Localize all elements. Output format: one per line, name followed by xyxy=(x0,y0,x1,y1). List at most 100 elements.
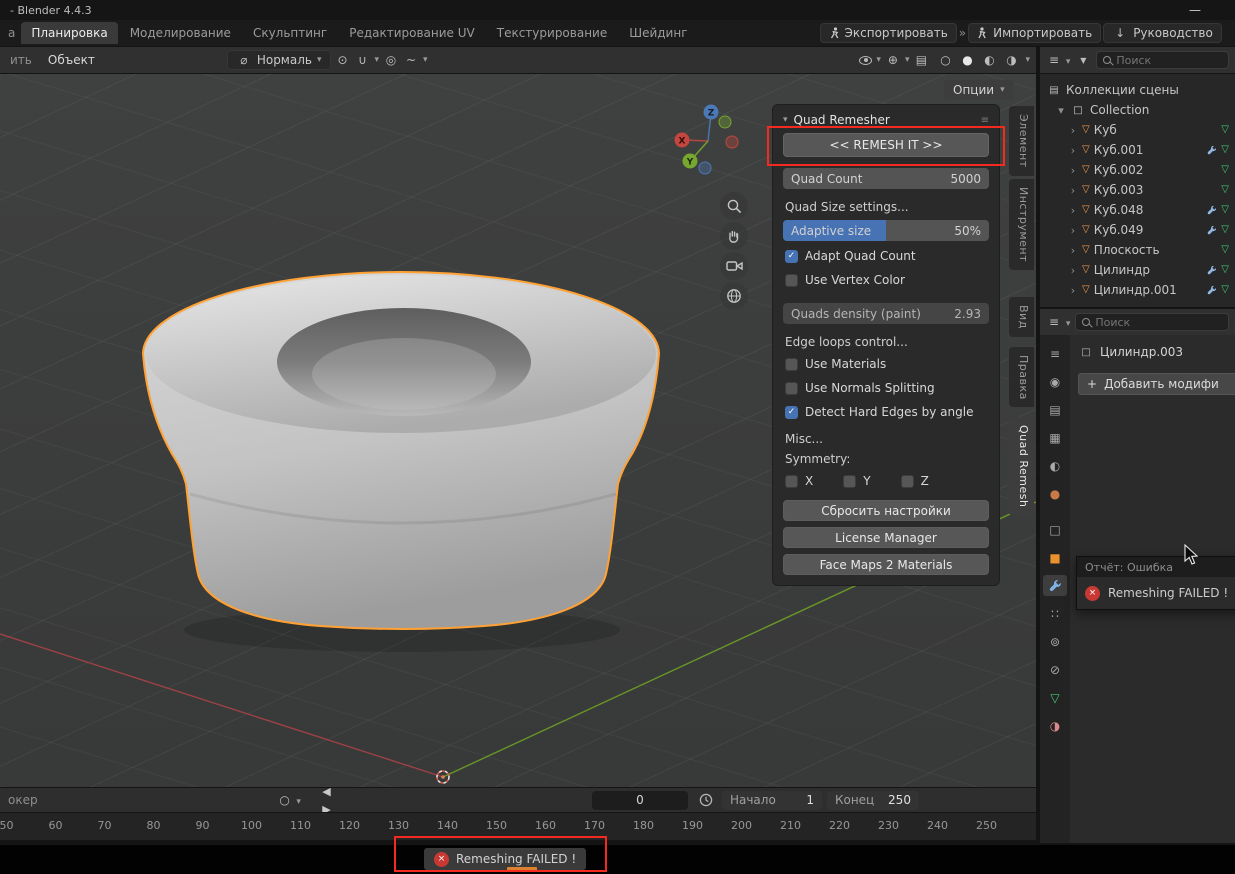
proportional-editing-icon[interactable]: ◎ xyxy=(383,53,399,67)
outliner-item[interactable]: › ▽ Куб ▽ xyxy=(1046,120,1231,140)
axis-y-negative[interactable] xyxy=(719,116,731,128)
record-icon[interactable]: ○ xyxy=(277,793,293,807)
window-minimize-button[interactable]: — xyxy=(1189,3,1201,17)
tab-layout[interactable]: Планировка xyxy=(21,22,117,44)
viewlayer-tab-icon[interactable]: ▦ xyxy=(1043,427,1067,448)
tab-quad-remesh[interactable]: Quad Remesh xyxy=(1009,417,1034,515)
properties-search-input[interactable] xyxy=(1095,316,1222,329)
physics-tab-icon[interactable]: ⊚ xyxy=(1043,631,1067,652)
use-normals-row[interactable]: Use Normals Splitting xyxy=(783,379,989,397)
scene-collection-row[interactable]: ▤ Коллекции сцены xyxy=(1046,80,1231,100)
quads-density-field[interactable]: Quads density (paint) 2.93 xyxy=(783,303,989,324)
panel-header[interactable]: ▾ Quad Remesher ≡ xyxy=(783,113,989,127)
modifier-wrench-icon[interactable] xyxy=(1207,285,1217,295)
export-button[interactable]: Экспортировать xyxy=(820,23,957,43)
falloff-icon[interactable]: ~ xyxy=(403,53,419,67)
properties-search[interactable] xyxy=(1075,313,1229,331)
tab-edit[interactable]: Правка xyxy=(1009,347,1034,408)
modifiers-tab-icon[interactable] xyxy=(1043,575,1067,596)
collapse-icon[interactable]: ▾ xyxy=(1056,104,1066,117)
outliner-item[interactable]: › ▽ Куб.048 ▽ xyxy=(1046,200,1231,220)
mesh-data-icon[interactable]: ▽ xyxy=(1221,285,1229,295)
checkbox-unchecked[interactable] xyxy=(785,382,798,395)
shading-solid-icon[interactable]: ● xyxy=(959,53,975,67)
checkbox-checked[interactable]: ✓ xyxy=(785,406,798,419)
outliner-item[interactable]: › ▽ Цилиндр.001 ▽ xyxy=(1046,280,1231,300)
outliner-search-input[interactable] xyxy=(1116,54,1222,67)
object-menu[interactable]: Объект xyxy=(40,50,103,70)
checkbox-unchecked[interactable] xyxy=(901,475,914,488)
tab-item[interactable]: Элемент xyxy=(1009,106,1034,176)
axis-z-positive[interactable]: Z xyxy=(704,105,719,120)
auto-key-group[interactable]: ○ ▾ xyxy=(277,793,301,807)
shading-rendered-icon[interactable]: ◑ xyxy=(1003,53,1019,67)
mesh-data-icon[interactable]: ▽ xyxy=(1221,185,1229,195)
mesh-data-icon[interactable]: ▽ xyxy=(1221,265,1229,275)
tab-shading[interactable]: Шейдинг xyxy=(619,22,697,44)
navigation-gizmo[interactable]: Z X Y xyxy=(666,94,750,186)
expand-icon[interactable]: › xyxy=(1068,224,1078,237)
editor-type-dropdown[interactable]: ≡ ▾ xyxy=(1046,53,1070,67)
license-manager-button[interactable]: License Manager xyxy=(783,527,989,548)
editor-type-dropdown[interactable]: ≡ ▾ xyxy=(1046,315,1070,329)
constraints-tab-icon[interactable]: ⊘ xyxy=(1043,659,1067,680)
expand-icon[interactable]: › xyxy=(1068,124,1078,137)
play-reverse-button[interactable]: ◀ xyxy=(315,788,337,800)
options-dropdown[interactable]: Опции ▾ xyxy=(944,80,1014,100)
axis-x-negative[interactable] xyxy=(726,136,738,148)
zoom-tool[interactable] xyxy=(720,192,748,220)
shading-material-icon[interactable]: ◐ xyxy=(981,53,997,67)
use-vertex-color-row[interactable]: Use Vertex Color xyxy=(783,271,989,289)
current-frame-field[interactable] xyxy=(592,791,688,810)
object-tab-icon[interactable]: ■ xyxy=(1043,547,1067,568)
checkbox-unchecked[interactable] xyxy=(785,274,798,287)
outliner-item[interactable]: › ▽ Куб.002 ▽ xyxy=(1046,160,1231,180)
modifier-wrench-icon[interactable] xyxy=(1207,225,1217,235)
chevron-down-icon[interactable]: ▾ xyxy=(423,55,428,65)
detect-hard-edges-row[interactable]: ✓ Detect Hard Edges by angle xyxy=(783,403,989,421)
checkbox-unchecked[interactable] xyxy=(843,475,856,488)
breadcrumb[interactable]: □ Цилиндр.003 xyxy=(1078,345,1235,359)
overlays-icon[interactable]: ▤ xyxy=(913,53,929,67)
tab-modeling[interactable]: Моделирование xyxy=(120,22,241,44)
mesh-data-icon[interactable]: ▽ xyxy=(1221,125,1229,135)
axis-z-negative[interactable] xyxy=(699,162,711,174)
tab-tool[interactable]: Инструмент xyxy=(1009,179,1034,270)
tab-sculpting[interactable]: Скульптинг xyxy=(243,22,337,44)
object-data-tab-icon[interactable]: ▽ xyxy=(1043,687,1067,708)
expand-icon[interactable]: › xyxy=(1068,244,1078,257)
checkbox-checked[interactable]: ✓ xyxy=(785,250,798,263)
checkbox-unchecked[interactable] xyxy=(785,358,798,371)
axis-y-positive[interactable]: Y xyxy=(683,154,698,169)
symmetry-y[interactable]: Y xyxy=(843,474,870,488)
timeline-ruler[interactable]: 50 60 70 80 90 100 110 120 130 140 150 1… xyxy=(0,813,1036,840)
chevron-down-icon[interactable]: ▾ xyxy=(1025,55,1030,65)
visibility-dropdown[interactable]: ▾ xyxy=(859,55,881,65)
symmetry-z[interactable]: Z xyxy=(901,474,929,488)
use-materials-row[interactable]: Use Materials xyxy=(783,355,989,373)
outliner-item[interactable]: › ▽ Куб.001 ▽ xyxy=(1046,140,1231,160)
collection-tab-icon[interactable]: □ xyxy=(1043,519,1067,540)
checkbox-unchecked[interactable] xyxy=(785,475,798,488)
quad-count-slider[interactable]: Quad Count 5000 xyxy=(783,168,989,189)
adapt-quad-count-row[interactable]: ✓ Adapt Quad Count xyxy=(783,247,989,265)
chevron-down-icon[interactable]: ▾ xyxy=(375,55,380,65)
mesh-data-icon[interactable]: ▽ xyxy=(1221,205,1229,215)
outliner-item[interactable]: › ▽ Куб.003 ▽ xyxy=(1046,180,1231,200)
guide-button[interactable]: ↓ Руководство xyxy=(1103,23,1222,43)
material-tab-icon[interactable]: ◑ xyxy=(1043,715,1067,736)
symmetry-x[interactable]: X xyxy=(785,474,813,488)
reset-settings-button[interactable]: Сбросить настройки xyxy=(783,500,989,521)
filter-icon[interactable]: ▼ xyxy=(1075,56,1091,65)
frame-end-field[interactable]: Конец 250 xyxy=(827,791,919,810)
mesh-data-icon[interactable]: ▽ xyxy=(1221,145,1229,155)
particles-tab-icon[interactable]: ∷ xyxy=(1043,603,1067,624)
modifier-wrench-icon[interactable] xyxy=(1207,205,1217,215)
chevron-down-icon[interactable]: ▾ xyxy=(296,797,301,807)
error-toast[interactable]: × Remeshing FAILED ! xyxy=(424,848,586,870)
import-button[interactable]: Импортировать xyxy=(968,23,1101,43)
expand-icon[interactable]: › xyxy=(1068,284,1078,297)
expand-icon[interactable]: › xyxy=(1068,144,1078,157)
axis-x-positive[interactable]: X xyxy=(675,133,690,148)
outliner-item[interactable]: › ▽ Плоскость ▽ xyxy=(1046,240,1231,260)
